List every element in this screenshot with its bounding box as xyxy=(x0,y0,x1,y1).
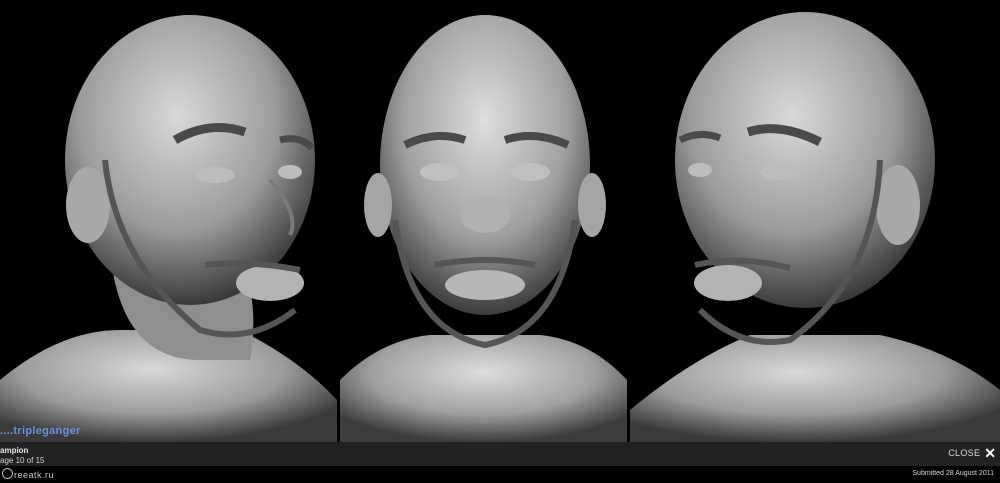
logo-ring-icon xyxy=(2,468,13,479)
close-button[interactable]: CLOSE ✕ xyxy=(948,446,996,460)
image-title: ampion xyxy=(0,446,29,455)
close-label[interactable]: CLOSE xyxy=(948,448,980,458)
head-sculpt-right-image xyxy=(630,0,1000,442)
head-sculpt-front-image xyxy=(340,0,627,442)
image-viewer[interactable]: ....tripleganger xyxy=(0,0,1000,442)
caption-bar: ampion age 10 of 15 CLOSE ✕ xyxy=(0,442,1000,466)
site-logo[interactable]: reeatk.ru xyxy=(2,468,54,480)
watermark-text: ....tripleganger xyxy=(0,425,81,437)
submitted-date: Submitted 28 August 2011 xyxy=(912,470,994,477)
footer-bar: reeatk.ru Submitted 28 August 2011 xyxy=(0,466,1000,483)
sculpt-view-left xyxy=(0,0,337,442)
logo-text: reeatk.ru xyxy=(14,470,55,480)
sculpt-view-front xyxy=(340,0,627,442)
sculpt-view-right xyxy=(630,0,1000,442)
page-counter: age 10 of 15 xyxy=(0,456,45,465)
close-icon[interactable]: ✕ xyxy=(984,446,996,460)
head-sculpt-left-image xyxy=(0,0,337,442)
